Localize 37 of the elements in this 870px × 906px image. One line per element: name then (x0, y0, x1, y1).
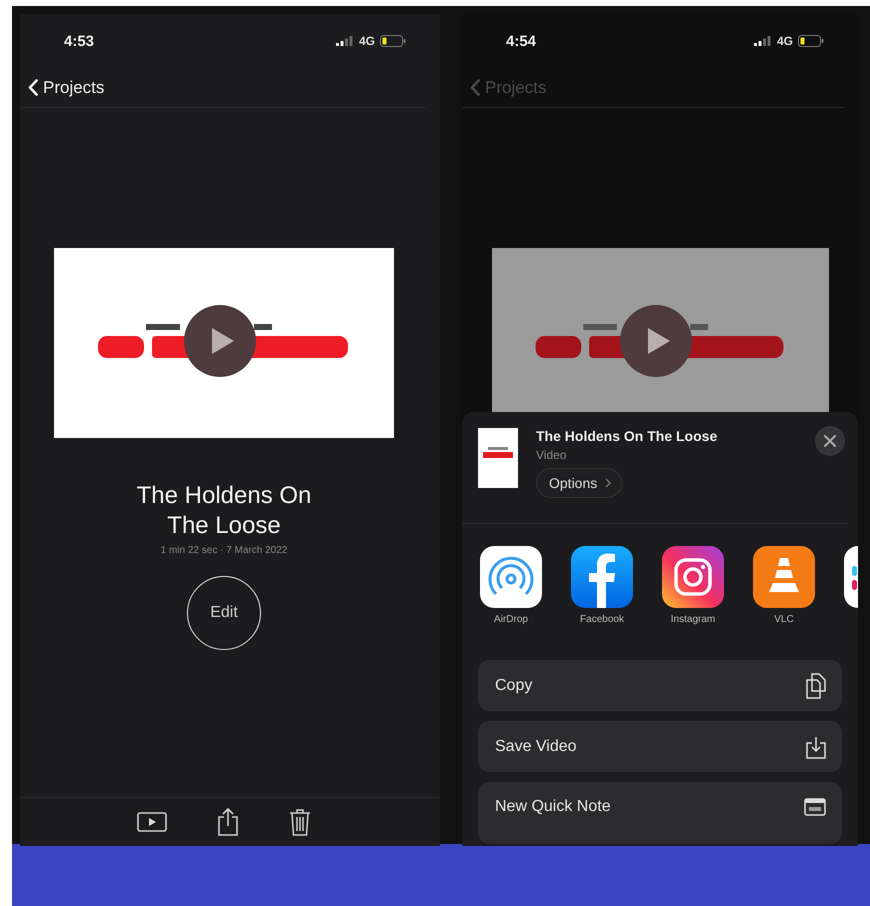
close-icon (824, 435, 836, 447)
action-row[interactable]: Save Video (478, 721, 842, 772)
battery-icon (798, 35, 824, 47)
project-title: The Holdens On The Loose (136, 481, 312, 541)
back-link[interactable]: Projects (28, 78, 104, 98)
chevron-left-icon (28, 79, 38, 96)
network-label: 4G (776, 34, 793, 48)
status-time: 4:54 (506, 32, 536, 50)
network-label: 4G (358, 34, 375, 48)
edit-button[interactable]: Edit (187, 576, 261, 650)
play-icon[interactable] (137, 812, 167, 832)
close-button[interactable] (815, 426, 845, 456)
action-row[interactable]: New Quick Note (478, 782, 842, 844)
action-row[interactable]: Copy (478, 660, 842, 711)
app-label: VLC (774, 614, 794, 625)
signal-icon (754, 36, 772, 46)
battery-icon (380, 35, 406, 47)
app-label: Facebook (580, 614, 624, 625)
options-button[interactable]: Options (536, 468, 622, 498)
traffic-cone-icon[interactable] (753, 546, 815, 608)
chevron-left-icon (470, 79, 480, 96)
copy-icon (806, 672, 826, 698)
app-label: AirDrop (494, 614, 528, 625)
camera-icon[interactable] (662, 546, 724, 608)
share-icon[interactable] (217, 808, 239, 836)
signal-icon (336, 36, 354, 46)
download-icon (806, 734, 826, 758)
note-icon (804, 798, 826, 816)
status-time: 4:53 (64, 32, 94, 50)
sheet-subtitle: Video (536, 448, 568, 462)
app-label: Instagram (670, 614, 716, 625)
trash-icon[interactable] (289, 808, 311, 836)
chevron-right-icon (605, 478, 612, 488)
facebook-icon[interactable] (571, 546, 633, 608)
play-icon (210, 326, 236, 356)
project-meta: 1 min 22 sec · 7 March 2022 (160, 545, 288, 556)
airdrop-icon[interactable] (480, 546, 542, 608)
